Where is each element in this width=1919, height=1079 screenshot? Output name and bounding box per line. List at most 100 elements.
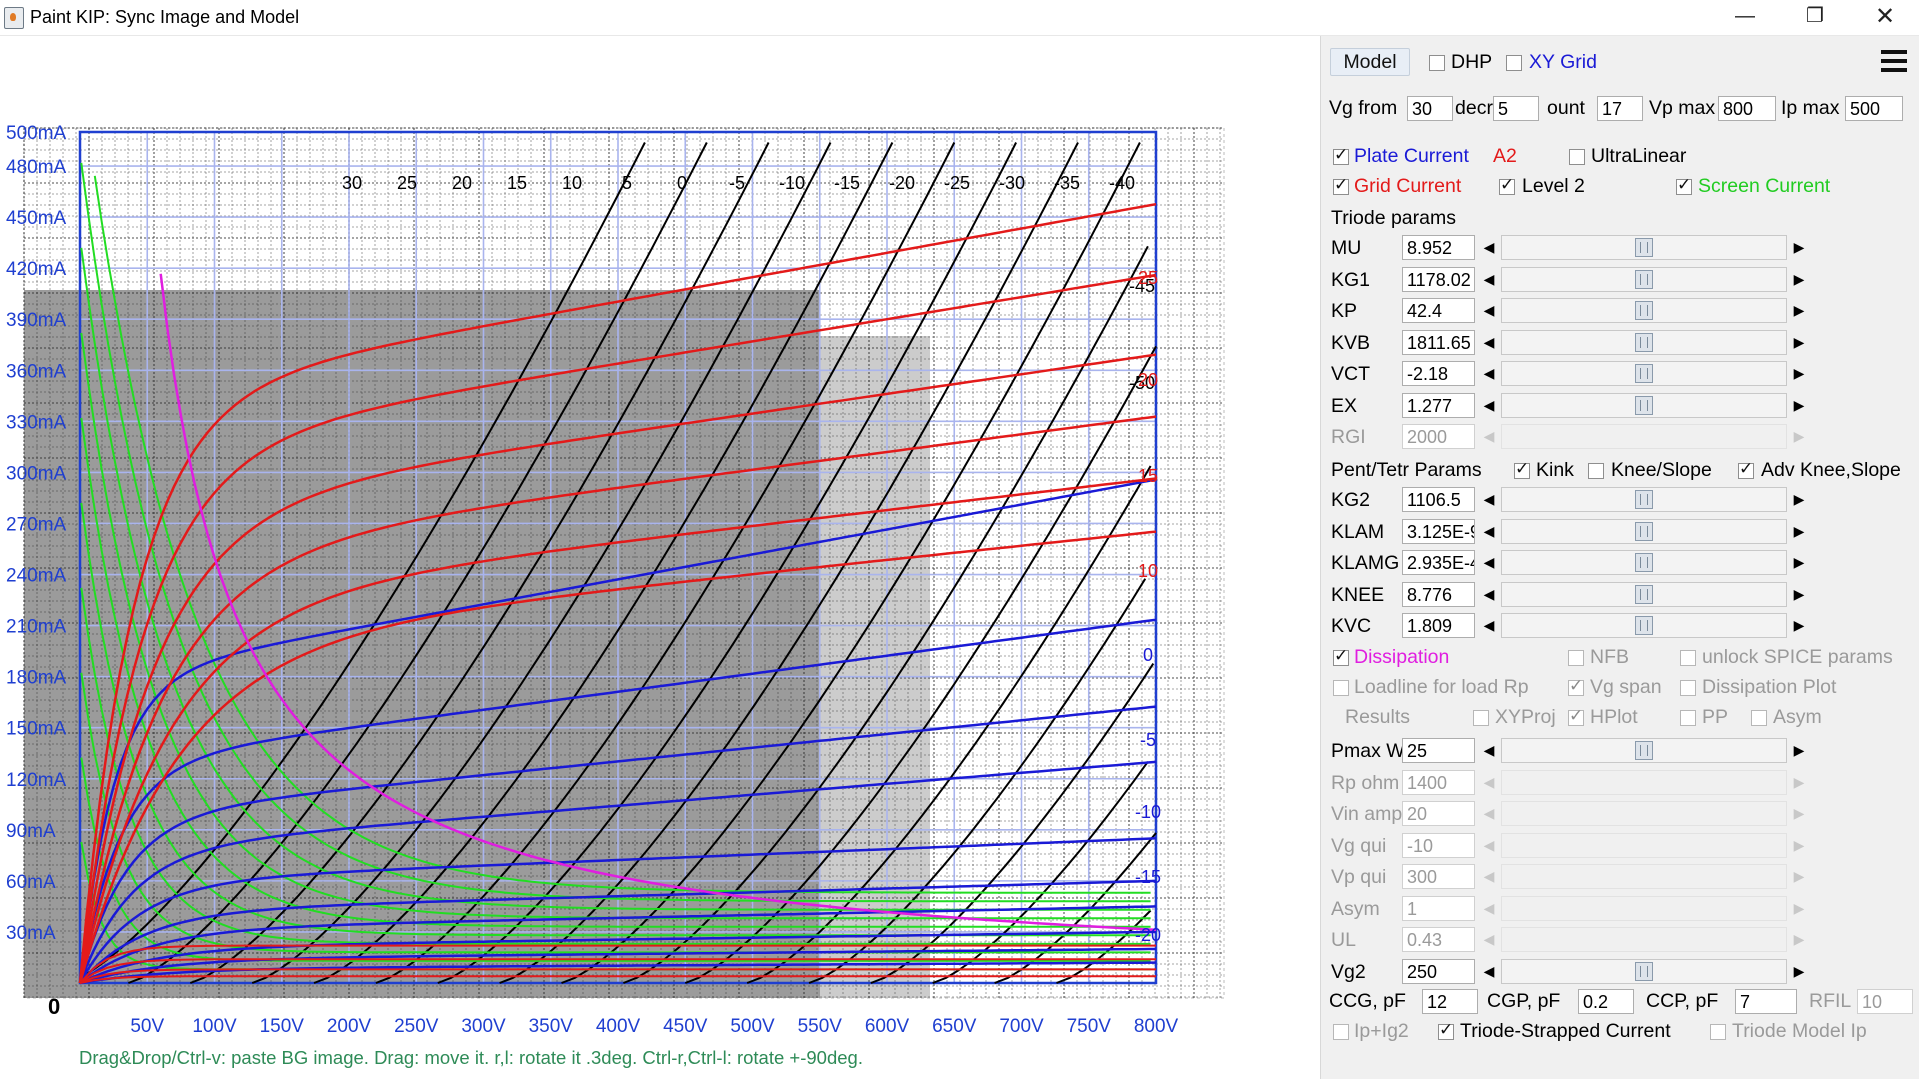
- slider-left-arrow-icon[interactable]: ◀: [1479, 519, 1499, 544]
- slider-thumb[interactable]: [1635, 238, 1653, 257]
- adv-knee-slope-checkbox[interactable]: [1738, 459, 1754, 479]
- slider-track[interactable]: [1501, 927, 1787, 952]
- slider-right-arrow-icon[interactable]: ▶: [1789, 959, 1809, 984]
- triode-strapped-checkbox[interactable]: [1438, 1020, 1454, 1040]
- slider-left-arrow-icon[interactable]: ◀: [1479, 833, 1499, 858]
- xyproj-checkbox[interactable]: [1473, 710, 1489, 726]
- vg-span-checkbox[interactable]: [1568, 676, 1584, 696]
- slider-right-arrow-icon[interactable]: ▶: [1789, 487, 1809, 512]
- ccp-input[interactable]: 7: [1735, 989, 1797, 1014]
- slider-right-arrow-icon[interactable]: ▶: [1789, 801, 1809, 826]
- ip-max-input[interactable]: 500: [1845, 96, 1903, 121]
- slider-left-arrow-icon[interactable]: ◀: [1479, 393, 1499, 418]
- vct-slider[interactable]: ◀ ▶: [1479, 361, 1809, 386]
- slider-left-arrow-icon[interactable]: ◀: [1479, 582, 1499, 607]
- slider-right-arrow-icon[interactable]: ▶: [1789, 424, 1809, 449]
- slider-track[interactable]: [1501, 392, 1787, 418]
- slider-thumb[interactable]: [1635, 741, 1653, 760]
- slider-left-arrow-icon[interactable]: ◀: [1479, 298, 1499, 323]
- ul-slider[interactable]: ◀ ▶: [1479, 927, 1809, 952]
- mu-slider[interactable]: ◀ ▶: [1479, 235, 1809, 260]
- slider-right-arrow-icon[interactable]: ▶: [1789, 896, 1809, 921]
- vg-qui-input[interactable]: -10: [1402, 832, 1475, 858]
- slider-left-arrow-icon[interactable]: ◀: [1479, 487, 1499, 512]
- kvc-input[interactable]: 1.809: [1402, 613, 1475, 638]
- slider-thumb[interactable]: [1635, 332, 1653, 352]
- slider-thumb[interactable]: [1635, 521, 1653, 541]
- kvc-slider[interactable]: ◀ ▶: [1479, 613, 1809, 638]
- nfb-checkbox[interactable]: [1568, 650, 1584, 666]
- slider-left-arrow-icon[interactable]: ◀: [1479, 613, 1499, 638]
- slider-track[interactable]: [1501, 424, 1787, 449]
- slider-right-arrow-icon[interactable]: ▶: [1789, 361, 1809, 386]
- plate-current-checkbox[interactable]: [1333, 145, 1349, 165]
- hplot-checkbox[interactable]: [1568, 706, 1584, 726]
- slider-track[interactable]: [1501, 361, 1787, 386]
- slider-thumb[interactable]: [1635, 490, 1653, 509]
- klam-input[interactable]: 3.125E-9: [1402, 518, 1475, 544]
- restore-icon[interactable]: ❐: [1780, 0, 1850, 35]
- ultralinear-checkbox[interactable]: [1569, 149, 1585, 165]
- kvb-slider[interactable]: ◀ ▶: [1479, 329, 1809, 355]
- kg1-input[interactable]: 1178.02: [1402, 266, 1475, 292]
- slider-left-arrow-icon[interactable]: ◀: [1479, 927, 1499, 952]
- hamburger-menu-icon[interactable]: [1879, 44, 1909, 78]
- vg-from-input[interactable]: 30: [1407, 96, 1453, 121]
- slider-track[interactable]: [1501, 487, 1787, 512]
- triode-model-ip-checkbox[interactable]: [1710, 1024, 1726, 1040]
- slider-left-arrow-icon[interactable]: ◀: [1479, 801, 1499, 826]
- slider-right-arrow-icon[interactable]: ▶: [1789, 927, 1809, 952]
- kp-input[interactable]: 42.4: [1402, 298, 1475, 323]
- cgp-input[interactable]: 0.2: [1578, 989, 1634, 1014]
- plot-canvas[interactable]: 500mA 480mA 450mA 420mA 390mA 360mA 330mA 300mA…: [0, 36, 1320, 1079]
- kg1-slider[interactable]: ◀ ▶: [1479, 266, 1809, 292]
- slider-track[interactable]: [1501, 801, 1787, 826]
- xy-grid-checkbox[interactable]: [1506, 55, 1522, 71]
- slider-thumb[interactable]: [1635, 584, 1653, 604]
- unlock-spice-checkbox[interactable]: [1680, 650, 1696, 666]
- slider-left-arrow-icon[interactable]: ◀: [1479, 424, 1499, 449]
- knee-input[interactable]: 8.776: [1402, 581, 1475, 607]
- loadline-checkbox[interactable]: [1333, 680, 1349, 696]
- slider-left-arrow-icon[interactable]: ◀: [1479, 235, 1499, 260]
- klamg-input[interactable]: 2.935E-4: [1402, 550, 1475, 575]
- klam-slider[interactable]: ◀ ▶: [1479, 518, 1809, 544]
- asym-input[interactable]: 1: [1402, 895, 1475, 921]
- slider-track[interactable]: [1501, 958, 1787, 984]
- slider-track[interactable]: [1501, 832, 1787, 858]
- dissipation-checkbox[interactable]: [1333, 646, 1349, 666]
- kg2-input[interactable]: 1106.5: [1402, 487, 1475, 512]
- slider-right-arrow-icon[interactable]: ▶: [1789, 770, 1809, 795]
- ip-ig2-checkbox[interactable]: [1333, 1024, 1349, 1040]
- slider-track[interactable]: [1501, 518, 1787, 544]
- slider-right-arrow-icon[interactable]: ▶: [1789, 738, 1809, 763]
- slider-track[interactable]: [1501, 738, 1787, 763]
- slider-thumb[interactable]: [1635, 269, 1653, 289]
- vct-input[interactable]: -2.18: [1402, 361, 1475, 386]
- slider-right-arrow-icon[interactable]: ▶: [1789, 267, 1809, 292]
- slider-right-arrow-icon[interactable]: ▶: [1789, 393, 1809, 418]
- rgi-input[interactable]: 2000: [1402, 424, 1475, 449]
- slider-thumb[interactable]: [1635, 553, 1653, 572]
- ex-slider[interactable]: ◀ ▶: [1479, 392, 1809, 418]
- slider-left-arrow-icon[interactable]: ◀: [1479, 267, 1499, 292]
- vin-ampl-input[interactable]: 20: [1402, 801, 1475, 826]
- rp-ohm-slider[interactable]: ◀ ▶: [1479, 769, 1809, 795]
- slider-track[interactable]: [1501, 769, 1787, 795]
- dissipation-plot-checkbox[interactable]: [1680, 680, 1696, 696]
- slider-track[interactable]: [1501, 235, 1787, 260]
- ex-input[interactable]: 1.277: [1402, 392, 1475, 418]
- vg2-slider[interactable]: ◀ ▶: [1479, 958, 1809, 984]
- slider-right-arrow-icon[interactable]: ▶: [1789, 330, 1809, 355]
- klamg-slider[interactable]: ◀ ▶: [1479, 550, 1809, 575]
- slider-left-arrow-icon[interactable]: ◀: [1479, 330, 1499, 355]
- kink-checkbox[interactable]: [1514, 459, 1530, 479]
- asym-slider[interactable]: ◀ ▶: [1479, 895, 1809, 921]
- characteristic-plot[interactable]: 500mA 480mA 450mA 420mA 390mA 360mA 330mA 300mA…: [0, 36, 1320, 1079]
- slider-thumb[interactable]: [1635, 616, 1653, 635]
- slider-thumb[interactable]: [1635, 301, 1653, 320]
- slider-right-arrow-icon[interactable]: ▶: [1789, 298, 1809, 323]
- kvb-input[interactable]: 1811.65: [1402, 329, 1475, 355]
- minimize-icon[interactable]: —: [1710, 0, 1780, 35]
- slider-left-arrow-icon[interactable]: ◀: [1479, 896, 1499, 921]
